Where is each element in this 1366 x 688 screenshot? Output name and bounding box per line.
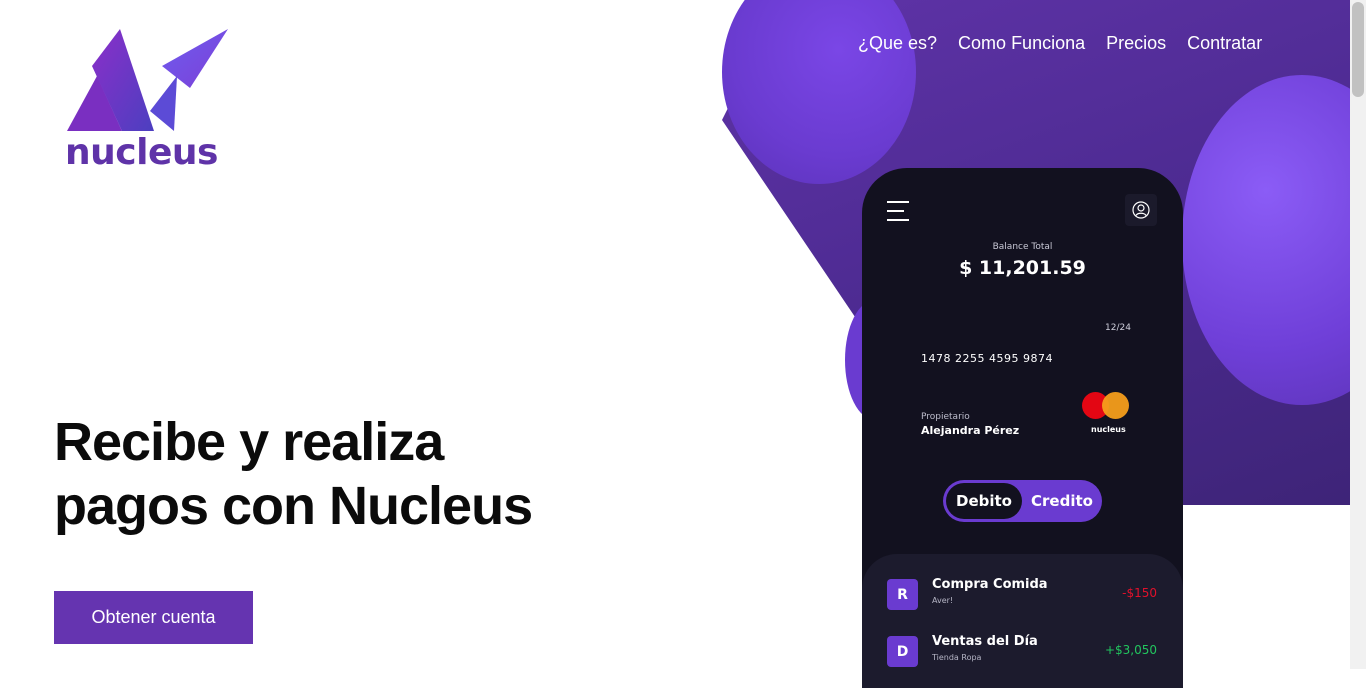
toggle-debito[interactable]: Debito — [946, 483, 1022, 519]
transaction-item[interactable]: D Ventas del Día Tienda Ropa +$3,050 — [887, 634, 1167, 670]
nav-link-que-es[interactable]: ¿Que es? — [858, 33, 937, 54]
nav-link-como-funciona[interactable]: Como Funciona — [958, 33, 1085, 54]
card-number: 1478 2255 4595 9874 — [921, 352, 1053, 365]
toggle-credito[interactable]: Credito — [1025, 483, 1099, 519]
transaction-title: Ventas del Día — [932, 634, 1038, 649]
transaction-item[interactable]: R Compra Comida Aver! -$150 — [887, 577, 1167, 613]
scrollbar-thumb[interactable] — [1352, 2, 1364, 97]
transactions-panel: R Compra Comida Aver! -$150 D Ventas del… — [862, 554, 1183, 688]
transaction-avatar: D — [887, 636, 918, 667]
transaction-amount: +$3,050 — [1104, 643, 1157, 657]
owner-label: Propietario — [921, 412, 970, 422]
hero-line-1: Recibe y realiza — [54, 412, 444, 472]
phone-mockup: Balance Total $ 11,201.59 12/24 1478 225… — [862, 168, 1183, 688]
transaction-title: Compra Comida — [932, 577, 1048, 592]
logo-text: nucleus — [65, 132, 218, 173]
page-scrollbar[interactable] — [1350, 0, 1366, 669]
mastercard-icon — [1082, 392, 1132, 420]
card-type-toggle[interactable]: Debito Credito — [943, 480, 1102, 522]
logo-mark-icon — [67, 29, 228, 131]
nav-link-precios[interactable]: Precios — [1106, 33, 1166, 54]
top-nav: ¿Que es? Como Funciona Precios Contratar — [858, 33, 1262, 54]
owner-name: Alejandra Pérez — [921, 424, 1020, 437]
transaction-subtitle: Tienda Ropa — [932, 653, 982, 662]
user-icon — [1132, 201, 1150, 219]
transaction-amount: -$150 — [1122, 586, 1157, 600]
balance-label: Balance Total — [992, 242, 1053, 252]
get-account-button[interactable]: Obtener cuenta — [54, 591, 253, 644]
menu-icon[interactable] — [887, 201, 909, 228]
hero-heading: Recibe y realiza pagos con Nucleus — [54, 410, 533, 538]
card-expiry: 12/24 — [1105, 323, 1131, 333]
card-brand-text: nucleus — [1091, 425, 1126, 434]
transaction-subtitle: Aver! — [932, 596, 954, 605]
transaction-avatar: R — [887, 579, 918, 610]
balance-amount: $ 11,201.59 — [959, 257, 1086, 279]
profile-button[interactable] — [1125, 194, 1157, 226]
nav-link-contratar[interactable]: Contratar — [1187, 33, 1262, 54]
hero-line-2: pagos con Nucleus — [54, 476, 533, 536]
